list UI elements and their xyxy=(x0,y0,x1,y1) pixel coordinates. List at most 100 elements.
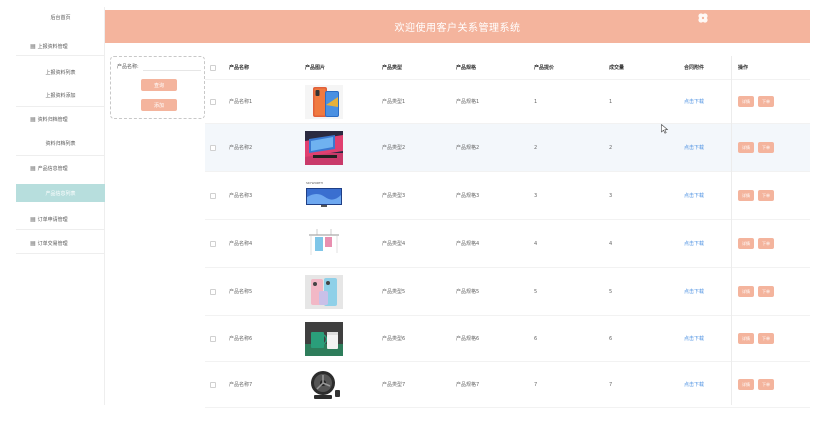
sidebar-item-7[interactable]: ▦ 产品信息管理 xyxy=(16,159,105,177)
order-button[interactable]: 下单 xyxy=(758,96,774,107)
table-header: 产品名称 产品图片 产品类型 产品规格 产品提价 成交量 合同附件 操作 xyxy=(205,56,810,80)
cell-name: 产品名称4 xyxy=(229,241,253,247)
cell-volume: 4 xyxy=(609,240,613,247)
sidebar-divider xyxy=(16,229,105,230)
sidebar-item-label: 订单申请管理 xyxy=(37,216,68,223)
header-banner: 欢迎使用客户关系管理系统 xyxy=(105,10,810,43)
sidebar-item-4[interactable]: 上报资料添加 xyxy=(16,85,105,105)
detail-button[interactable]: 详情 xyxy=(738,96,754,107)
laptop-image xyxy=(305,124,343,171)
row-actions: 详情 下单 xyxy=(738,124,778,171)
cell-type: 产品类型1 xyxy=(382,99,406,105)
column-header: 合同附件 xyxy=(684,65,705,71)
sidebar-item-2[interactable]: ▦ 上报资料管理 xyxy=(16,37,105,55)
grid-icon: ▦ xyxy=(30,215,36,223)
svg-text:SKYWORTH: SKYWORTH xyxy=(306,181,323,185)
mouse-pointer-icon xyxy=(661,124,669,134)
sidebar-item-3[interactable]: 上报资料列表 xyxy=(16,63,105,81)
row-checkbox[interactable] xyxy=(210,144,216,151)
search-input[interactable] xyxy=(143,60,201,71)
search-label: 产品名称: xyxy=(117,64,139,70)
row-checkbox[interactable] xyxy=(210,288,216,295)
table-row: 产品名称4 产品类型4 产品规格4 4 4 点击下载 详情 下单 xyxy=(205,220,810,268)
cell-price: 6 xyxy=(534,335,538,342)
detail-button[interactable]: 详情 xyxy=(738,286,754,297)
order-button[interactable]: 下单 xyxy=(758,190,774,201)
add-button[interactable]: 添加 xyxy=(141,99,177,111)
column-divider xyxy=(731,56,732,405)
sidebar-item-5[interactable]: ▦ 资料归档管理 xyxy=(16,110,105,128)
cell-spec: 产品规格7 xyxy=(456,382,480,388)
cell-type: 产品类型3 xyxy=(382,193,406,199)
sidebar-item-6[interactable]: 资料归档列表 xyxy=(16,134,105,152)
detail-button[interactable]: 详情 xyxy=(738,142,754,153)
download-link[interactable]: 点击下载 xyxy=(684,172,704,219)
row-actions: 详情 下单 xyxy=(738,362,778,407)
download-link[interactable]: 点击下载 xyxy=(684,362,704,407)
cell-type: 产品类型2 xyxy=(382,145,406,151)
sidebar-item-label: 上报资料添加 xyxy=(45,92,76,99)
cell-spec: 产品规格3 xyxy=(456,193,480,199)
sidebar-item-label: 上报资料管理 xyxy=(37,43,68,50)
sidebar: 后台首页 ▦ 上报资料管理 上报资料列表 上报资料添加 ▦ 资料归档管理 资料归档列表 ▦ 产品信… xyxy=(16,7,105,405)
order-button[interactable]: 下单 xyxy=(758,379,774,390)
grid-icon: ▦ xyxy=(30,42,36,50)
sidebar-item-label: 资料归档管理 xyxy=(37,116,68,123)
cell-spec: 产品规格2 xyxy=(456,145,480,151)
table-row: 产品名称1 产品类型1 产品规格1 1 1 点击下载 详情 下单 xyxy=(205,80,810,124)
detail-button[interactable]: 详情 xyxy=(738,379,754,390)
download-link[interactable]: 点击下载 xyxy=(684,268,704,315)
search-button[interactable]: 查询 xyxy=(141,79,177,91)
column-header: 产品提价 xyxy=(534,65,555,71)
cell-volume: 6 xyxy=(609,335,613,342)
sidebar-item-1[interactable]: 后台首页 xyxy=(16,7,105,27)
table-row: 产品名称5 产品类型5 产品规格5 5 5 点击下载 详情 下单 xyxy=(205,268,810,316)
cell-volume: 5 xyxy=(609,288,613,295)
cell-volume: 1 xyxy=(609,98,613,105)
rack-image xyxy=(305,220,343,267)
grid-icon: ▦ xyxy=(30,115,36,123)
download-link[interactable]: 点击下载 xyxy=(684,220,704,267)
cell-price: 3 xyxy=(534,192,538,199)
table-row: 产品名称6 产品类型6 产品规格6 6 6 点击下载 详情 下单 xyxy=(205,316,810,362)
order-button[interactable]: 下单 xyxy=(758,238,774,249)
cell-spec: 产品规格5 xyxy=(456,289,480,295)
sidebar-item-10[interactable]: ▦ 订单交易管理 xyxy=(16,234,105,252)
search-panel: 产品名称: 查询 添加 xyxy=(110,56,205,119)
row-checkbox[interactable] xyxy=(210,98,216,105)
select-all-checkbox[interactable] xyxy=(210,64,216,71)
row-checkbox[interactable] xyxy=(210,192,216,199)
order-button[interactable]: 下单 xyxy=(758,333,774,344)
row-actions: 详情 下单 xyxy=(738,220,778,267)
cell-spec: 产品规格1 xyxy=(456,99,480,105)
cell-type: 产品类型6 xyxy=(382,336,406,342)
row-checkbox[interactable] xyxy=(210,335,216,342)
sidebar-divider xyxy=(16,155,105,156)
row-actions: 详情 下单 xyxy=(738,172,778,219)
download-link[interactable]: 点击下载 xyxy=(684,316,704,361)
sidebar-divider xyxy=(16,55,105,56)
cell-price: 7 xyxy=(534,381,538,388)
fan-image xyxy=(305,362,343,407)
sidebar-item-9[interactable]: ▦ 订单申请管理 xyxy=(16,210,105,228)
sidebar-item-label: 资料归档列表 xyxy=(45,140,76,147)
detail-button[interactable]: 详情 xyxy=(738,190,754,201)
tv-image: SKYWORTH xyxy=(305,172,343,219)
detail-button[interactable]: 详情 xyxy=(738,333,754,344)
row-actions: 详情 下单 xyxy=(738,268,778,315)
row-checkbox[interactable] xyxy=(210,240,216,247)
detail-button[interactable]: 详情 xyxy=(738,238,754,249)
download-link[interactable]: 点击下载 xyxy=(684,124,704,171)
flower-logo-icon xyxy=(698,13,708,23)
order-button[interactable]: 下单 xyxy=(758,286,774,297)
cell-price: 2 xyxy=(534,144,538,151)
download-link[interactable]: 点击下载 xyxy=(684,80,704,123)
sidebar-item-8[interactable]: 产品信息列表 xyxy=(16,184,105,202)
sidebar-item-label: 产品信息管理 xyxy=(37,165,68,172)
table-row: 产品名称2 产品类型2 产品规格2 2 2 点击下载 详情 下单 xyxy=(205,124,810,172)
phone-image xyxy=(305,80,343,123)
cell-price: 4 xyxy=(534,240,538,247)
order-button[interactable]: 下单 xyxy=(758,142,774,153)
phones-image xyxy=(305,268,343,315)
row-checkbox[interactable] xyxy=(210,381,216,388)
